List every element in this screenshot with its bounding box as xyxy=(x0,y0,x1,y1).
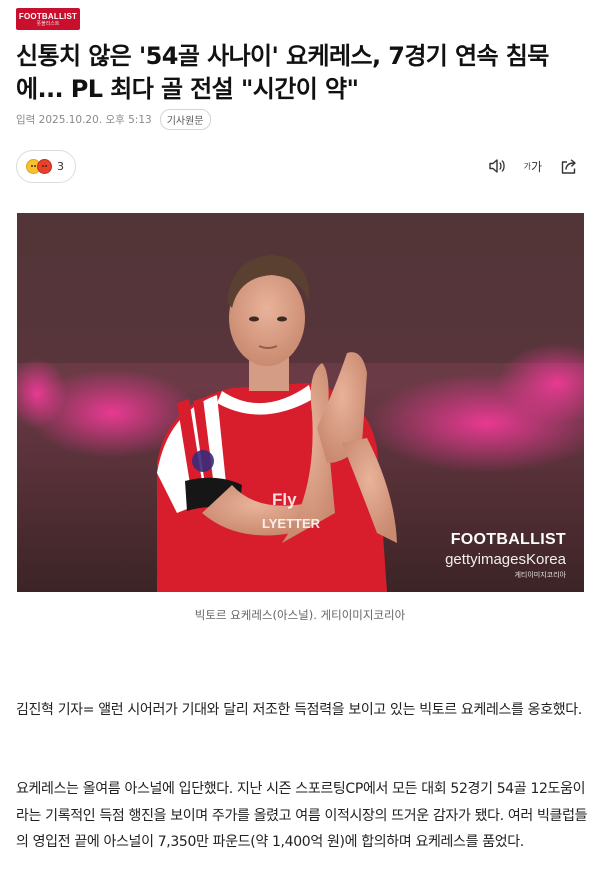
photo-watermark-getty: gettyimagesKorea xyxy=(445,551,566,568)
article-date: 입력 2025.10.20. 오후 5:13 xyxy=(16,114,152,126)
jersey-sponsor-text-2: LYETTER xyxy=(262,516,321,531)
photo-watermark-credit: 게티이미지코리아 xyxy=(514,571,566,579)
photo-watermark-brand: FOOTBALLIST xyxy=(450,531,566,548)
photo-caption: 빅토르 요케레스(아스널). 게티이미지코리아 xyxy=(194,608,406,622)
share-button[interactable] xyxy=(560,156,578,176)
share-icon xyxy=(561,159,576,174)
article-paragraph: 김진혁 기자= 앨런 시어러가 기대와 달리 저조한 득점력을 보이고 있는 빅… xyxy=(16,702,582,718)
footballist-logo[interactable]: FOOTBALLIST 풋볼리스트 xyxy=(16,8,80,30)
speaker-icon xyxy=(488,159,505,173)
article-headline: 신통치 않은 '54골 사나이' 요케레스, 7경기 연속 침묵에... PL … xyxy=(16,42,549,103)
angry-face-emoji-icon xyxy=(37,159,52,174)
reaction-count: 3 xyxy=(57,160,64,173)
jersey-sponsor-text: Fly xyxy=(272,490,297,509)
original-article-button[interactable]: 기사원문 xyxy=(159,109,211,130)
article-toolbar: 가가 xyxy=(488,156,578,176)
reaction-button[interactable]: 3 xyxy=(16,150,76,183)
article-paragraph: 요케레스는 올여름 아스널에 입단했다. 지난 시즌 스포르팅CP에서 모든 대… xyxy=(16,781,588,850)
article-meta: 입력 2025.10.20. 오후 5:13 기사원문 xyxy=(16,109,211,130)
logo-subtext: 풋볼리스트 xyxy=(36,20,60,27)
font-size-large-label: 가 xyxy=(530,159,542,174)
logo-text: FOOTBALLIST xyxy=(18,11,78,21)
article-photo: Fly LYETTER FOOTBALLIST gettyimagesKorea… xyxy=(17,213,584,592)
audio-button[interactable] xyxy=(488,156,506,176)
font-size-small-label: 가 xyxy=(523,161,531,171)
font-size-button[interactable]: 가가 xyxy=(524,156,542,176)
